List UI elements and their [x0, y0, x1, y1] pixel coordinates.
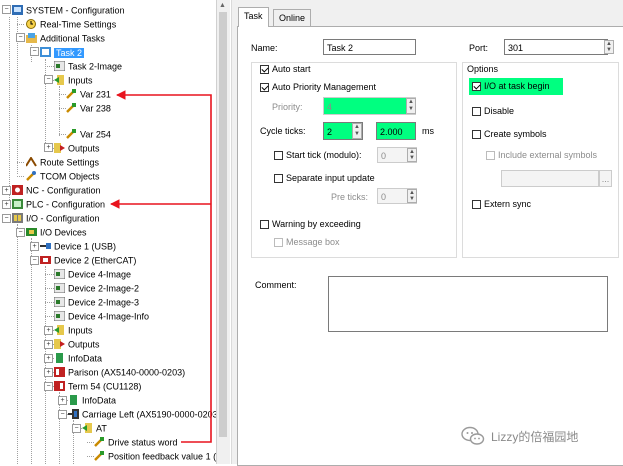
pre-ticks-spinner[interactable]: ▲ ▼ [407, 189, 417, 203]
tab-task[interactable]: Task [238, 7, 269, 27]
port-input[interactable]: 301 [504, 39, 608, 55]
disable-label: Disable [484, 106, 515, 116]
priority-spinner[interactable]: ▲ ▼ [406, 98, 416, 114]
start-tick-label: Start tick (modulo): [286, 150, 362, 160]
watermark-text: Lizzy的倍福园地 [491, 430, 579, 444]
message-box-checkbox[interactable] [274, 238, 283, 247]
warning-exceeding-label: Warning by exceeding [272, 219, 361, 229]
create-symbols-checkbox[interactable] [472, 130, 481, 139]
scroll-up-arrow-icon[interactable]: ▲ [218, 2, 227, 11]
auto-priority-checkbox[interactable] [260, 83, 269, 92]
extern-sync-checkbox[interactable] [472, 200, 481, 209]
cycle-ticks-label: Cycle ticks: [260, 126, 306, 136]
priority-input[interactable]: 4 [323, 97, 416, 115]
cycle-ticks-spinner[interactable]: ▲ ▼ [352, 123, 362, 139]
task-properties-pane: Task Online Name: Task 2 Port: 301 ▲ ▼ Au… [231, 0, 623, 466]
pre-ticks-label: Pre ticks: [331, 192, 369, 202]
create-symbols-label: Create symbols [484, 129, 547, 139]
message-box-label: Message box [286, 237, 340, 247]
scrollbar-thumb[interactable] [219, 12, 227, 437]
annotation-arrows [110, 90, 212, 443]
include-external-label: Include external symbols [498, 150, 598, 160]
disable-checkbox[interactable] [472, 107, 481, 116]
separate-input-label: Separate input update [286, 173, 375, 183]
solution-tree[interactable]: − SYSTEM - Configuration Real-Time Setti… [0, 0, 216, 464]
auto-priority-label: Auto Priority Management [272, 82, 377, 92]
port-label: Port: [469, 43, 489, 53]
start-tick-checkbox[interactable] [274, 151, 283, 160]
ms-unit-label: ms [422, 126, 434, 136]
browse-button[interactable]: ... [599, 170, 612, 187]
warning-exceeding-checkbox[interactable] [260, 220, 269, 229]
io-at-task-begin-label: I/O at task begin [484, 81, 550, 91]
priority-label: Priority: [272, 102, 303, 112]
cycle-ms-input[interactable]: 2.000 [376, 122, 416, 140]
options-title: Options [467, 64, 499, 74]
comment-label: Comment: [255, 280, 297, 290]
wechat-icon [461, 426, 485, 445]
name-input[interactable]: Task 2 [323, 39, 416, 55]
io-at-task-begin-checkbox[interactable] [472, 82, 481, 91]
tab-online[interactable]: Online [273, 9, 312, 27]
port-spinner[interactable]: ▲ ▼ [604, 40, 614, 54]
include-external-checkbox[interactable] [486, 151, 495, 160]
separate-input-checkbox[interactable] [274, 174, 283, 183]
auto-start-checkbox[interactable] [260, 65, 269, 74]
symbols-path-input[interactable] [501, 170, 599, 187]
name-label: Name: [251, 43, 278, 53]
auto-start-label: Auto start [272, 64, 311, 74]
start-tick-spinner[interactable]: ▲ ▼ [407, 148, 417, 162]
task-tab-panel: Name: Task 2 Port: 301 ▲ ▼ Auto start Aut… [237, 26, 623, 466]
extern-sync-label: Extern sync [484, 199, 532, 209]
comment-textarea[interactable] [328, 276, 608, 332]
